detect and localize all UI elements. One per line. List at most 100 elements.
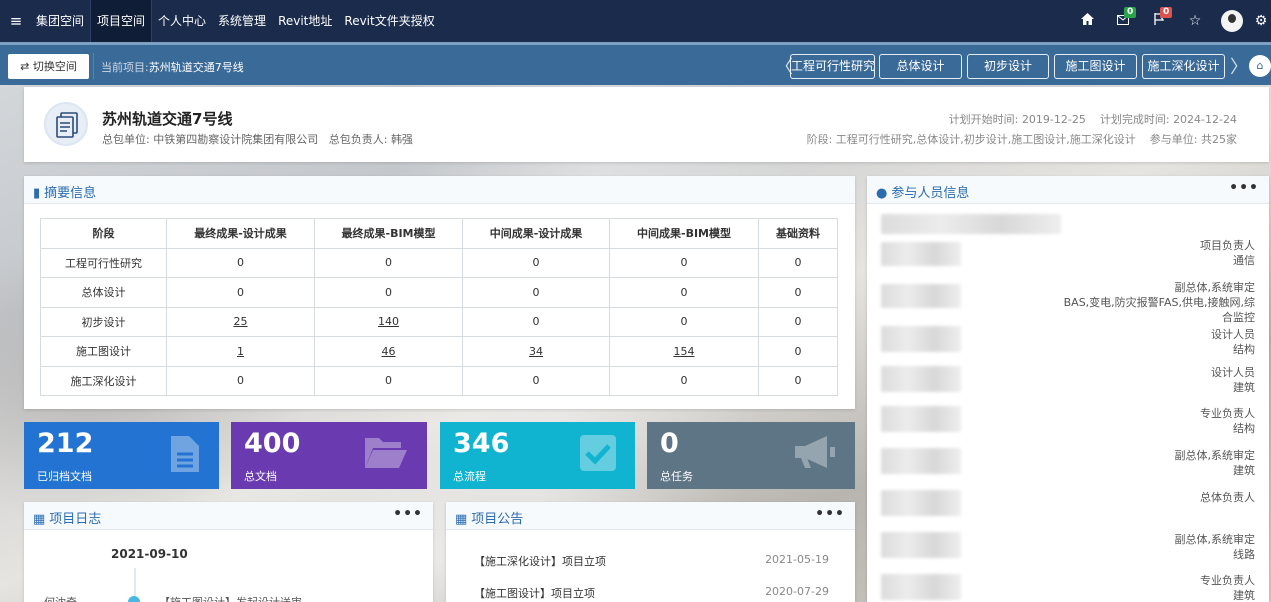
blurred-person (881, 448, 961, 474)
nav-item-revit-folder-auth[interactable]: Revit文件夹授权 (338, 0, 440, 42)
table-cell-link[interactable]: 154 (609, 336, 759, 367)
blurred-person (881, 406, 961, 432)
notice-date: 2020-07-29 (765, 585, 829, 598)
table-cell: 0 (758, 365, 838, 396)
person-role: 专业负责人 结构 (1200, 406, 1255, 436)
summary-panel: ▮ 摘要信息 阶段 最终成果-设计成果 最终成果-BIM模型 中间成果-设计成果 … (24, 176, 855, 409)
role-text: 总体负责人 (1200, 491, 1255, 504)
stat-total-flows[interactable]: 346 总流程 (440, 422, 635, 489)
person-role: 副总体,系统审定 BAS,变电,防灾报警FAS,供电,接触网,综 合监控 (1064, 280, 1255, 325)
discipline-text: 建筑 (1233, 464, 1255, 477)
table-header: 阶段 (40, 218, 167, 249)
project-dates: 计划开始时间: 2019-12-25 计划完成时间: 2024-12-24 (949, 111, 1237, 127)
nav-item-project-space[interactable]: 项目空间 (90, 0, 153, 42)
people-panel: ● 参与人员信息 ••• 项目负责人 通信 副总体,系统审定 BAS,变电,防灾报警F… (867, 176, 1269, 602)
summary-header: ▮ 摘要信息 (24, 176, 855, 204)
blurred-person (881, 242, 961, 266)
table-cell-link[interactable]: 46 (314, 336, 463, 367)
stage-button-construction-detail[interactable]: 施工深化设计 (1142, 54, 1225, 79)
contractor-value: 中铁第四勘察设计院集团有限公司 (153, 133, 319, 146)
table-header: 最终成果-BIM模型 (314, 218, 463, 249)
people-title-text: 参与人员信息 (891, 186, 970, 201)
project-title: 苏州轨道交通7号线 (102, 110, 233, 128)
nav-item-system-management[interactable]: 系统管理 (212, 0, 272, 42)
stat-value: 212 (37, 428, 94, 459)
mail-badge: 0 (1124, 7, 1137, 18)
person-role: 设计人员 结构 (1211, 327, 1255, 357)
home-icon[interactable] (1069, 13, 1105, 29)
more-icon[interactable]: ••• (1229, 180, 1259, 196)
person-role: 设计人员 建筑 (1211, 365, 1255, 395)
avatar[interactable] (1221, 10, 1243, 32)
role-text: 设计人员 (1211, 328, 1255, 341)
stage-button-overall-design[interactable]: 总体设计 (879, 54, 962, 79)
menu-icon[interactable]: ≡ (2, 12, 30, 30)
current-project-name: 苏州轨道交通7号线 (148, 61, 244, 74)
more-icon[interactable]: ••• (393, 506, 423, 522)
mail-icon[interactable]: 0 (1105, 7, 1141, 29)
nav-item-revit-address[interactable]: Revit地址 (272, 0, 338, 42)
blurred-person (881, 326, 961, 352)
notice-item[interactable]: 【施工深化设计】项目立项 (474, 553, 606, 569)
blurred-person (881, 366, 961, 392)
stage-button-feasibility[interactable]: 工程可行性研究 (790, 54, 875, 79)
table-cell-link[interactable]: 25 (166, 306, 315, 337)
units-label: 参与单位: (1149, 133, 1198, 146)
table-cell-link[interactable]: 1 (166, 336, 315, 367)
table-cell: 0 (609, 277, 759, 308)
nav-item-personal-center[interactable]: 个人中心 (152, 0, 212, 42)
stat-value: 400 (244, 428, 301, 459)
plan-start-label: 计划开始时间: (948, 113, 1019, 126)
person-role: 专业负责人 建筑 (1200, 573, 1255, 602)
nav-item-group-space[interactable]: 集团空间 (30, 0, 90, 42)
plan-start-value: 2019-12-25 (1021, 113, 1086, 126)
grid-icon: ▦ (33, 512, 46, 527)
blurred-header (881, 214, 1061, 234)
book-icon: ▮ (33, 186, 41, 201)
table-cell: 0 (462, 277, 610, 308)
stat-total-docs[interactable]: 400 总文档 (231, 422, 427, 489)
document-icon (44, 102, 88, 146)
table-cell: 0 (609, 365, 759, 396)
project-card: 苏州轨道交通7号线 总包单位: 中铁第四勘察设计院集团有限公司 总包负责人: 韩… (24, 87, 1269, 162)
settings-icon[interactable]: ⚙ (1251, 13, 1271, 29)
log-date: 2021-09-10 (111, 547, 188, 561)
current-project-label: 当前项目: (101, 61, 149, 74)
table-cell-link[interactable]: 140 (314, 306, 463, 337)
project-contractor: 总包单位: 中铁第四勘察设计院集团有限公司 总包负责人: 韩强 (102, 131, 413, 147)
more-icon[interactable]: ••• (815, 506, 845, 522)
chevron-right-icon[interactable]: 〉 (1230, 53, 1248, 79)
folder-open-icon (365, 438, 407, 468)
stat-total-tasks[interactable]: 0 总任务 (647, 422, 855, 489)
log-entry[interactable]: 【施工图设计】发起设计送审 (159, 594, 302, 602)
stage-button-preliminary-design[interactable]: 初步设计 (967, 54, 1049, 79)
role-text: 专业负责人 (1200, 407, 1255, 420)
role-text: 副总体,系统审定 (1174, 533, 1256, 546)
summary-table: 阶段 最终成果-设计成果 最终成果-BIM模型 中间成果-设计成果 中间成果-B… (40, 218, 838, 396)
table-cell: 工程可行性研究 (40, 247, 167, 278)
notice-header: ▦ 项目公告 ••• (446, 502, 855, 530)
stat-label: 总任务 (660, 470, 693, 483)
table-header: 最终成果-设计成果 (166, 218, 315, 249)
blurred-person (881, 490, 961, 516)
log-author: 何沈奇 (44, 594, 77, 602)
project-subbar: ⇄ 切换空间 当前项目:苏州轨道交通7号线 〈 工程可行性研究 总体设计 初步设… (0, 42, 1271, 85)
table-header-row: 阶段 最终成果-设计成果 最终成果-BIM模型 中间成果-设计成果 中间成果-B… (40, 218, 838, 249)
switch-space-button[interactable]: ⇄ 切换空间 (8, 54, 89, 79)
project-stages: 阶段: 工程可行性研究,总体设计,初步设计,施工图设计,施工深化设计 参与单位:… (807, 131, 1237, 147)
table-cell: 0 (609, 247, 759, 278)
table-cell-link[interactable]: 34 (462, 336, 610, 367)
people-header: ● 参与人员信息 ••• (867, 176, 1269, 204)
role-text: 设计人员 (1211, 366, 1255, 379)
star-icon[interactable]: ☆ (1177, 13, 1213, 29)
table-cell: 0 (166, 277, 315, 308)
notice-title-text: 项目公告 (471, 512, 524, 527)
home-circle-icon[interactable]: ⌂ (1249, 55, 1271, 77)
notice-item[interactable]: 【施工图设计】项目立项 (474, 585, 595, 601)
stage-button-construction-drawing[interactable]: 施工图设计 (1054, 54, 1137, 79)
stat-archived-docs[interactable]: 212 已归档文档 (24, 422, 219, 489)
flag-icon[interactable]: 0 (1141, 7, 1177, 29)
divider (93, 53, 94, 79)
user-icon: ● (876, 186, 888, 201)
table-header: 中间成果-BIM模型 (609, 218, 759, 249)
